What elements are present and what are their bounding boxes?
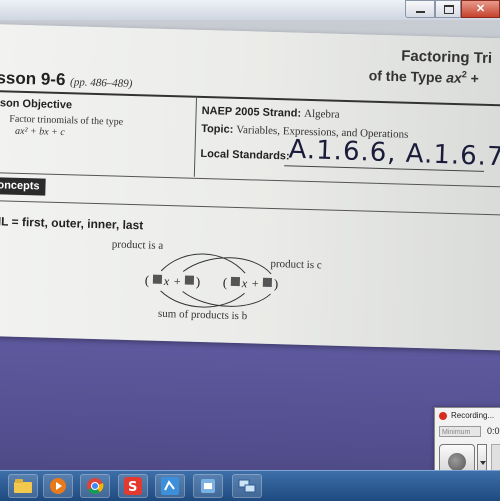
taskbar-app[interactable] [193, 474, 223, 498]
minimize-button[interactable] [405, 0, 435, 18]
screencast-icon: S [124, 477, 142, 495]
heading-line2-prefix: of the Type [368, 67, 447, 86]
divider-top [0, 89, 500, 107]
recorder-title: Recording... [451, 411, 495, 420]
camera-view: Factoring Tri of the Type ax2 + sson 9-6… [0, 20, 500, 470]
lesson-title-text: sson 9-6 [0, 68, 66, 90]
local-standards-label: Local Standards: [200, 147, 290, 163]
chrome-icon [87, 478, 104, 494]
table-surface [0, 332, 500, 470]
placeholder-box [152, 274, 163, 284]
recorder-size-dropdown[interactable]: Minimum [439, 426, 481, 437]
foil-definition: OIL = first, outer, inner, last [0, 214, 144, 233]
divider-concepts [0, 199, 500, 216]
binomial-1: ( [145, 272, 150, 287]
close-button[interactable] [461, 0, 500, 18]
record-icon [161, 477, 179, 495]
objective-formula: ax² + bx + c [14, 125, 65, 139]
lesson-pages: (pp. 486–489) [69, 76, 133, 90]
plus-sign: + [252, 276, 259, 290]
taskbar-screencast[interactable]: S [118, 474, 148, 498]
taskbar-media-player[interactable] [43, 474, 73, 498]
foil-diagram: ( x + ) ( x + ) [145, 253, 279, 308]
divider-middle [0, 171, 500, 188]
media-player-icon [50, 478, 66, 494]
binomial-1-x: x [163, 274, 170, 288]
window-titlebar [0, 0, 500, 21]
binomial-2-x: x [241, 276, 248, 290]
topic-label: Topic: [200, 122, 234, 136]
app-icon [201, 479, 215, 493]
record-options-button[interactable] [477, 444, 487, 470]
objective-title: sson Objective [0, 97, 73, 112]
naep-strand: NAEP 2005 Strand: Algebra [201, 105, 339, 121]
record-button[interactable] [439, 444, 475, 470]
page-heading-line1: Factoring Tri [401, 47, 493, 68]
concepts-tab: Concepts [0, 176, 46, 196]
lesson-title: sson 9-6 (pp. 486–489) [0, 68, 133, 92]
record-circle-icon [448, 453, 466, 470]
taskbar-record[interactable] [155, 474, 185, 498]
binomial-2: ( [223, 275, 228, 290]
placeholder-box [184, 275, 195, 285]
svg-text:S: S [128, 480, 137, 495]
binomial-1-close: ) [196, 274, 201, 289]
plus-sign: + [174, 274, 181, 288]
maximize-button[interactable] [435, 0, 461, 18]
heading-line2-math: ax [445, 69, 463, 86]
arc-first [160, 253, 246, 274]
naep-label: NAEP 2005 Strand: [201, 104, 302, 120]
taskbar-chrome[interactable] [80, 474, 110, 498]
network-icon [238, 479, 256, 493]
arc-last [160, 290, 245, 308]
record-dot-icon [439, 412, 447, 420]
recorder-side-panel[interactable] [491, 444, 500, 470]
recorder-widget[interactable]: Recording... Minimum 0:0 [434, 407, 500, 470]
naep-value: Algebra [303, 107, 340, 121]
placeholder-box [262, 277, 273, 287]
folder-icon [14, 479, 32, 493]
heading-line2-suffix: + [466, 69, 480, 87]
binomial-2-close: ) [274, 276, 279, 291]
page-heading-line2: of the Type ax2 + [368, 67, 480, 87]
taskbar-folder[interactable] [8, 474, 38, 498]
arc-inner [182, 291, 271, 307]
recorder-timer: 0:0 [487, 426, 500, 436]
taskbar-network[interactable] [232, 474, 262, 498]
divider-vertical [193, 96, 198, 177]
textbook-page: Factoring Tri of the Type ax2 + sson 9-6… [0, 24, 500, 351]
taskbar: S [0, 470, 500, 501]
placeholder-box [230, 276, 241, 287]
